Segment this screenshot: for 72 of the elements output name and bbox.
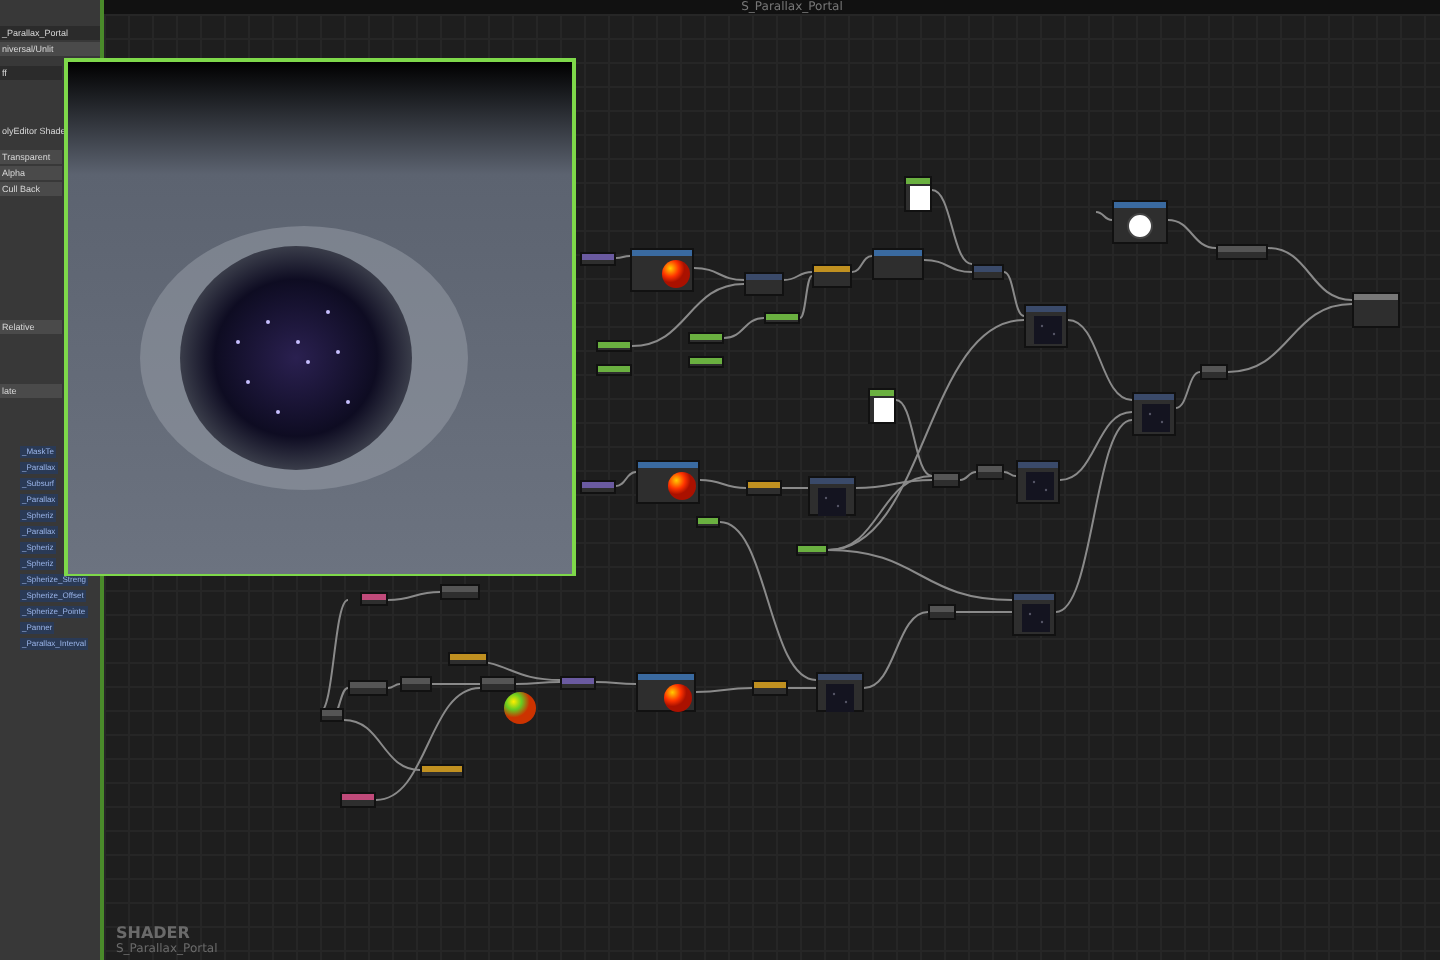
graph-node[interactable] — [420, 764, 464, 778]
node-wire — [955, 611, 1013, 613]
graph-node[interactable] — [580, 252, 616, 266]
texture-preview-icon — [826, 684, 854, 712]
graph-node[interactable] — [596, 364, 632, 376]
texture-preview-icon — [1034, 316, 1062, 344]
footer-type: SHADER — [116, 924, 192, 942]
graph-node[interactable] — [400, 676, 432, 692]
graph-node[interactable] — [868, 388, 896, 424]
color-swatch-icon — [910, 186, 930, 210]
graph-node[interactable] — [480, 676, 516, 692]
node-wire — [1095, 211, 1113, 221]
texture-preview-icon — [1022, 604, 1050, 632]
graph-node[interactable] — [636, 460, 700, 504]
graph-node[interactable] — [816, 672, 864, 712]
color-swatch-icon — [874, 398, 894, 422]
node-wire — [787, 687, 817, 689]
texture-preview-icon — [1142, 404, 1170, 432]
node-wire — [615, 471, 637, 487]
graph-node[interactable] — [1112, 200, 1168, 244]
graph-node[interactable] — [1352, 292, 1400, 328]
sphere-preview-icon — [664, 684, 692, 712]
graph-node[interactable] — [812, 264, 852, 288]
node-wire — [695, 687, 753, 693]
texture-preview-icon — [818, 488, 846, 516]
graph-node[interactable] — [744, 272, 784, 296]
graph-node[interactable] — [696, 516, 720, 528]
graph-node[interactable] — [348, 680, 388, 696]
graph-node[interactable] — [1132, 392, 1176, 436]
graph-node[interactable] — [872, 248, 924, 280]
graph-node[interactable] — [932, 472, 960, 488]
node-wire — [781, 487, 809, 489]
graph-node[interactable] — [636, 672, 696, 712]
graph-node[interactable] — [448, 652, 488, 666]
graph-node[interactable] — [796, 544, 828, 556]
node-wire — [1167, 219, 1217, 249]
graph-node[interactable] — [1216, 244, 1268, 260]
graph-node[interactable] — [904, 176, 932, 212]
node-wire — [387, 591, 441, 601]
graph-node[interactable] — [1024, 304, 1068, 348]
node-wire — [615, 255, 631, 259]
graph-node[interactable] — [440, 584, 480, 600]
sphere-preview-icon — [504, 692, 536, 724]
graph-node[interactable] — [752, 680, 788, 696]
graph-node[interactable] — [596, 340, 632, 352]
graph-node[interactable] — [688, 356, 724, 368]
node-wire — [1175, 371, 1201, 409]
graph-node[interactable] — [560, 676, 596, 690]
sphere-preview-icon — [662, 260, 690, 288]
texture-preview-icon — [1026, 472, 1054, 500]
graph-node[interactable] — [630, 248, 694, 292]
node-wire — [595, 681, 637, 685]
graph-node[interactable] — [928, 604, 956, 620]
graph-node[interactable] — [340, 792, 376, 808]
graph-node[interactable] — [1200, 364, 1228, 380]
node-wire — [1067, 319, 1133, 401]
graph-node[interactable] — [688, 332, 724, 344]
sphere-preview-icon — [668, 472, 696, 500]
graph-node[interactable] — [360, 592, 388, 606]
graph-node[interactable] — [580, 480, 616, 494]
graph-node[interactable] — [808, 476, 856, 516]
graph-node[interactable] — [972, 264, 1004, 280]
graph-node[interactable] — [1016, 460, 1060, 504]
node-wire — [863, 611, 929, 689]
node-wire — [851, 255, 873, 273]
node-wire — [699, 479, 747, 489]
graph-node[interactable] — [320, 708, 344, 722]
glow-sphere-icon — [1126, 212, 1154, 240]
graph-node[interactable] — [746, 480, 782, 496]
graph-node[interactable] — [976, 464, 1004, 480]
graph-node[interactable] — [1012, 592, 1056, 636]
graph-node[interactable] — [764, 312, 800, 324]
